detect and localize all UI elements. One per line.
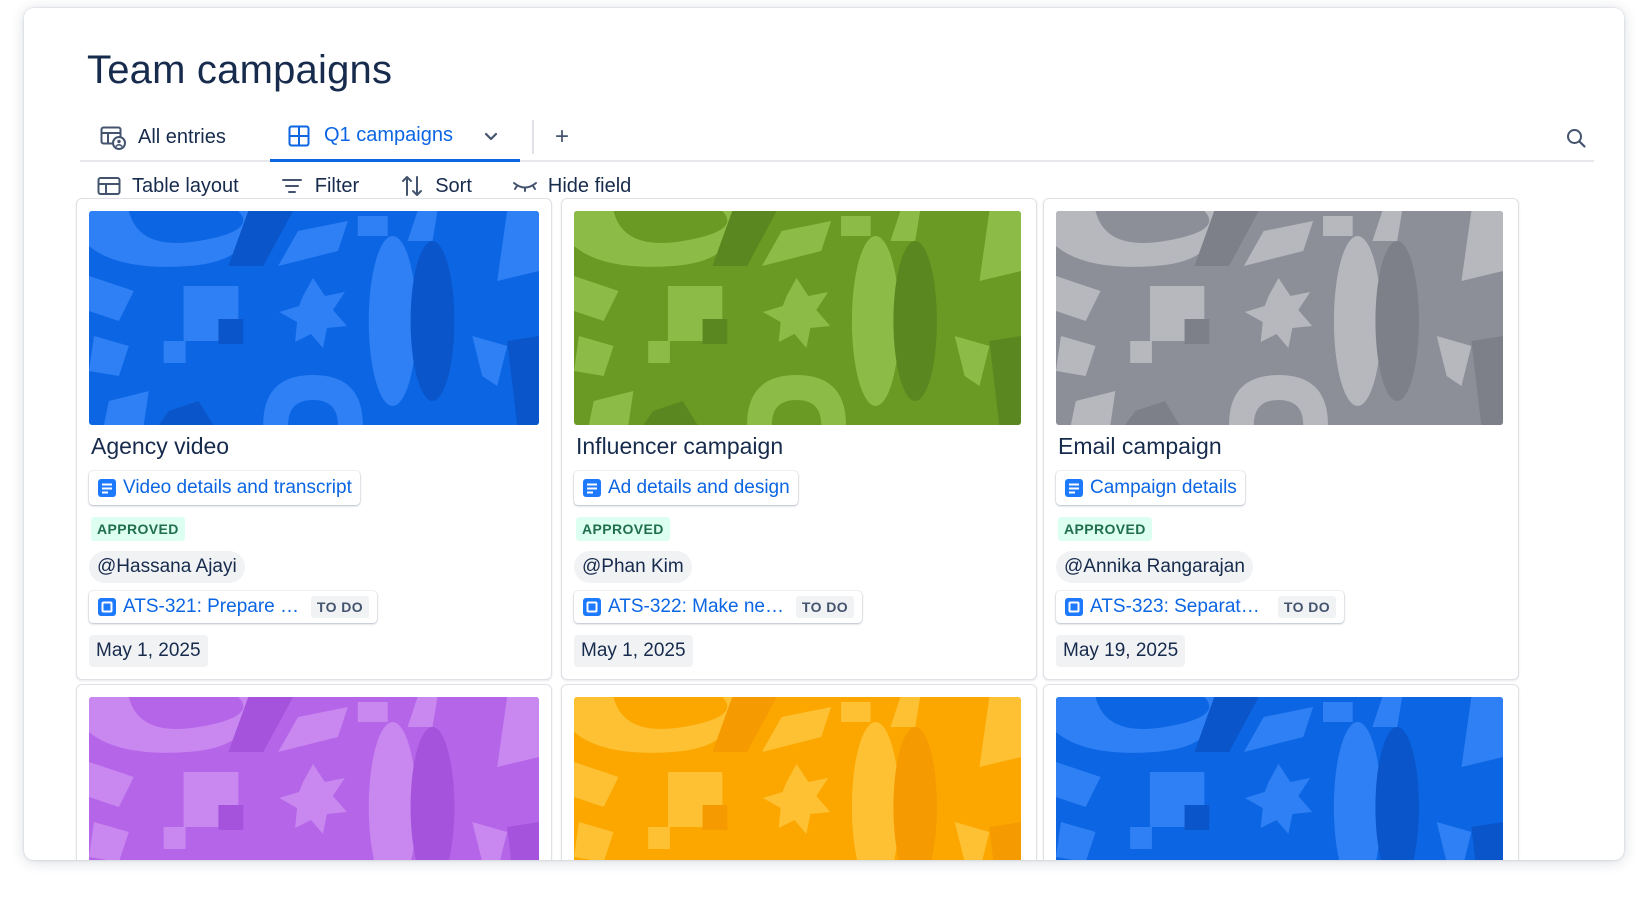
campaign-card[interactable] (1043, 684, 1519, 860)
eye-closed-icon (512, 173, 538, 199)
jira-issue-chip[interactable]: ATS-321: Prepare r… TO DO (89, 591, 377, 623)
table-icon (96, 173, 122, 199)
table-layout-label: Table layout (132, 174, 239, 197)
tab-q1-campaigns[interactable]: Q1 campaigns (270, 112, 520, 162)
sort-arrows-icon (399, 173, 425, 199)
card-title: Agency video (91, 433, 230, 459)
page-icon (1064, 478, 1084, 498)
card-title: Influencer campaign (576, 433, 784, 459)
add-view-button[interactable]: + (540, 112, 584, 162)
tab-all-entries[interactable]: All entries (100, 112, 226, 162)
owner-mention[interactable]: @ Annika Rangarajan (1056, 551, 1253, 583)
sort-label: Sort (435, 174, 472, 197)
campaign-card[interactable] (561, 684, 1037, 860)
chevron-down-icon[interactable] (482, 127, 500, 151)
issue-status-badge: TO DO (310, 596, 369, 618)
issue-summary: ATS-322: Make nev… (608, 596, 788, 617)
tab-divider (532, 120, 534, 154)
due-date: May 1, 2025 (89, 635, 208, 667)
jira-issue-chip[interactable]: ATS-323: Separate… TO DO (1056, 591, 1344, 623)
database-window: Team campaigns All entries Q1 campaigns … (24, 8, 1624, 860)
owner-name: Hassana Ajayi (116, 556, 237, 577)
linked-page-title: Video details and transcript (123, 477, 352, 498)
linked-page-chip[interactable]: Ad details and design (574, 471, 798, 505)
owner-mention[interactable]: @ Hassana Ajayi (89, 551, 245, 583)
issue-summary: ATS-323: Separate… (1090, 596, 1270, 617)
owner-mention[interactable]: @ Phan Kim (574, 551, 692, 583)
linked-page-title: Ad details and design (608, 477, 790, 498)
status-badge: APPROVED (1058, 517, 1152, 541)
status-badge: APPROVED (576, 517, 670, 541)
owner-name: Annika Rangarajan (1083, 556, 1245, 577)
owner-name: Phan Kim (601, 556, 684, 577)
issue-summary: ATS-321: Prepare r… (123, 596, 303, 617)
task-icon (1064, 597, 1084, 617)
linked-page-chip[interactable]: Video details and transcript (89, 471, 360, 505)
linked-page-chip[interactable]: Campaign details (1056, 471, 1245, 505)
linked-page-title: Campaign details (1090, 477, 1237, 498)
card-cover-image (574, 211, 1021, 425)
page-icon (97, 478, 117, 498)
due-date: May 19, 2025 (1056, 635, 1186, 667)
page-icon (582, 478, 602, 498)
filter-label: Filter (314, 174, 360, 197)
jira-issue-chip[interactable]: ATS-322: Make nev… TO DO (574, 591, 862, 623)
view-tabs: All entries Q1 campaigns + (80, 112, 1594, 162)
card-cover-image (1056, 697, 1503, 860)
card-title: Email campaign (1058, 433, 1222, 459)
issue-status-badge: TO DO (1277, 596, 1336, 618)
grid-view-icon (286, 123, 312, 149)
card-cover-image (89, 211, 539, 425)
task-icon (582, 597, 602, 617)
campaign-card[interactable]: Influencer campaign Ad details and desig… (561, 198, 1037, 680)
tab-q1-campaigns-label: Q1 campaigns (324, 124, 453, 146)
search-icon[interactable] (1558, 120, 1594, 156)
table-person-icon (100, 124, 126, 150)
card-cover-image (89, 697, 539, 860)
filter-icon (279, 173, 305, 199)
campaign-card[interactable]: Email campaign Campaign details APPROVED… (1043, 198, 1519, 680)
due-date: May 1, 2025 (574, 635, 693, 667)
campaign-card[interactable] (76, 684, 552, 860)
campaign-card[interactable]: Agency video Video details and transcrip… (76, 198, 552, 680)
status-badge: APPROVED (91, 517, 185, 541)
card-cover-image (574, 697, 1021, 860)
task-icon (97, 597, 117, 617)
issue-status-badge: TO DO (795, 596, 854, 618)
tab-all-entries-label: All entries (138, 125, 226, 148)
page-title: Team campaigns (87, 48, 393, 92)
hide-field-label: Hide field (547, 174, 632, 197)
card-cover-image (1056, 211, 1503, 425)
